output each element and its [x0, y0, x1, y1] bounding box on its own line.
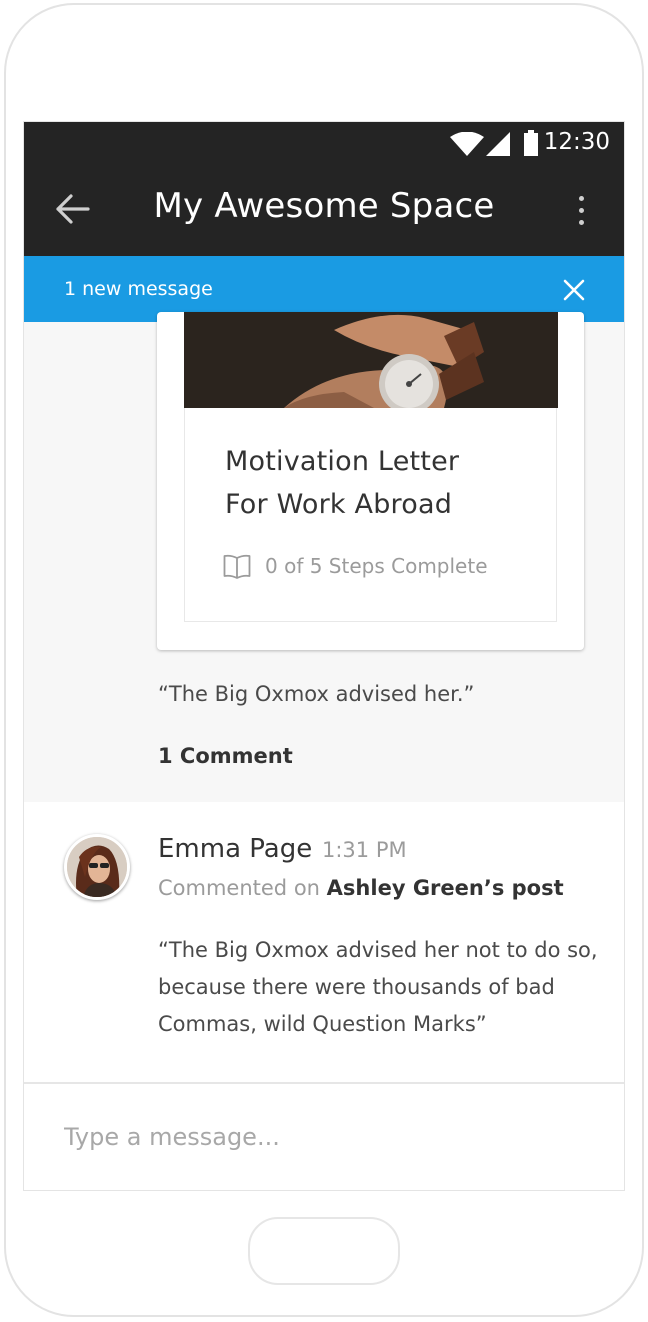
- course-cover-image: [184, 312, 558, 408]
- new-message-text: 1 new message: [64, 278, 213, 300]
- app-screen: 12:30 My Awesome Space 1 new message Mot…: [24, 122, 624, 1190]
- more-vert-icon-dot: [579, 208, 584, 213]
- comment-author[interactable]: Emma Page: [158, 834, 312, 864]
- comment-target-link[interactable]: Ashley Green’s post: [327, 876, 564, 900]
- steps-complete-text: 0 of 5 Steps Complete: [265, 554, 488, 578]
- comment-body: “The Big Oxmox advised her not to do so,…: [158, 938, 598, 1036]
- more-vert-icon: [579, 196, 584, 201]
- close-icon: [563, 279, 585, 301]
- course-title: Motivation Letter For Work Abroad: [225, 440, 535, 526]
- status-time: 12:30: [543, 129, 610, 155]
- message-input[interactable]: [24, 1084, 624, 1190]
- course-title-line2: For Work Abroad: [225, 489, 453, 520]
- comment-time: 1:31 PM: [322, 838, 407, 862]
- more-options-button[interactable]: [572, 190, 592, 230]
- cell-signal-icon: [486, 132, 510, 156]
- battery-icon: [524, 130, 538, 156]
- book-icon: [223, 554, 251, 579]
- dismiss-banner-button[interactable]: [562, 278, 586, 302]
- course-card[interactable]: Motivation Letter For Work Abroad 0 of 5…: [184, 312, 558, 622]
- comment-count-link[interactable]: 1 Comment: [158, 744, 293, 768]
- wifi-icon: [450, 132, 484, 156]
- post-quote: “The Big Oxmox advised her.”: [158, 682, 475, 706]
- page-title: My Awesome Space: [153, 186, 495, 226]
- course-title-line1: Motivation Letter: [225, 446, 460, 477]
- status-bar: 12:30: [24, 122, 624, 162]
- comment-context: Commented on Ashley Green’s post: [158, 876, 564, 900]
- comment-action: Commented on: [158, 876, 320, 900]
- more-vert-icon-dot: [579, 220, 584, 225]
- home-button[interactable]: [248, 1217, 400, 1285]
- avatar[interactable]: [64, 834, 130, 900]
- comment: Emma Page 1:31 PM Commented on Ashley Gr…: [24, 802, 624, 1084]
- feed: Motivation Letter For Work Abroad 0 of 5…: [24, 312, 624, 1190]
- shared-post-card: Motivation Letter For Work Abroad 0 of 5…: [157, 312, 584, 650]
- app-bar: My Awesome Space: [24, 162, 624, 256]
